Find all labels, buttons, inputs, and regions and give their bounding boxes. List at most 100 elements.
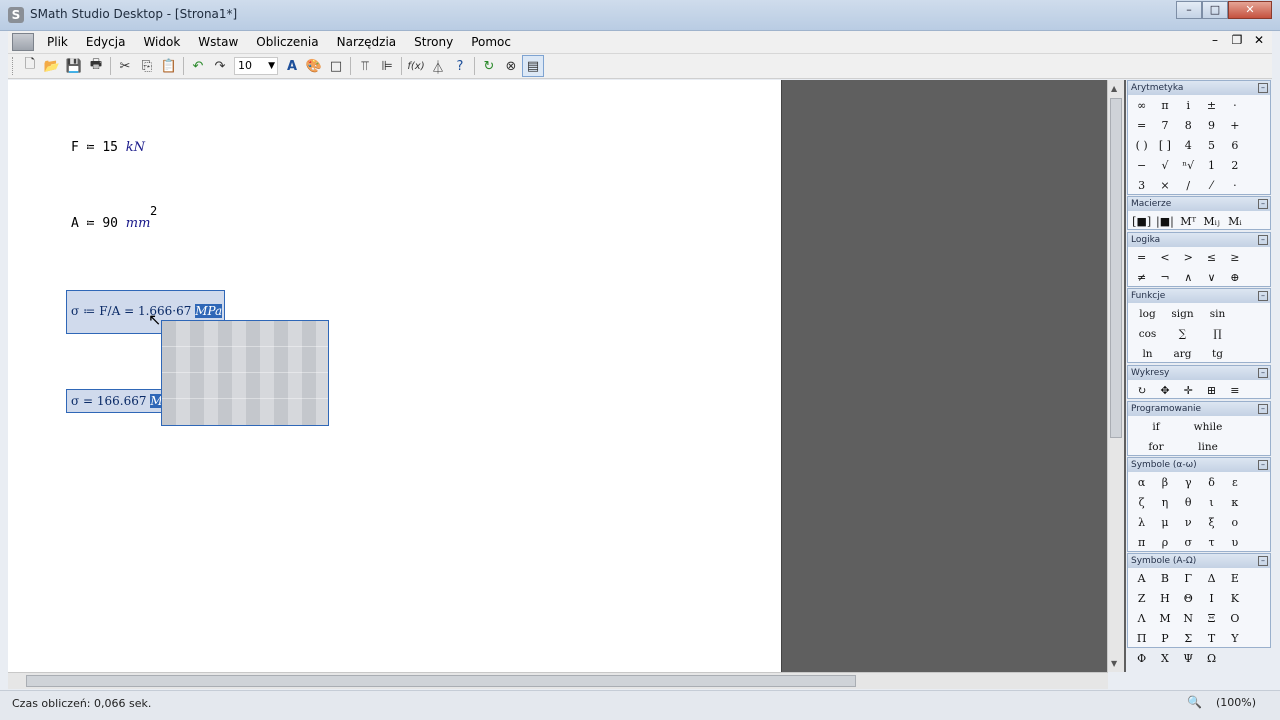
palette-button-greek-lower[interactable]: δ (1200, 473, 1223, 493)
align-top-icon[interactable]: ⫪ (354, 55, 376, 77)
palette-button-greek-upper[interactable]: Β (1153, 569, 1176, 589)
palette-button-arithmetic[interactable]: 8 (1177, 116, 1200, 136)
palette-button-greek-lower[interactable]: θ (1177, 493, 1200, 513)
palette-button-greek-lower[interactable]: ξ (1200, 513, 1223, 533)
open-file-icon[interactable]: 📂 (41, 55, 63, 77)
palette-button-arithmetic[interactable]: · (1223, 176, 1246, 196)
collapse-icon[interactable]: – (1258, 460, 1268, 470)
function-icon[interactable]: f(x) (405, 55, 427, 77)
palette-button-greek-upper[interactable]: Ω (1200, 649, 1223, 669)
doc-close-button[interactable]: ✕ (1252, 33, 1266, 47)
paste-icon[interactable]: 📋 (158, 55, 180, 77)
collapse-icon[interactable]: – (1258, 199, 1268, 209)
vertical-scrollbar[interactable]: ▲ ▼ (1107, 80, 1124, 672)
palette-button-functions[interactable]: ∏ (1200, 324, 1235, 344)
worksheet-page[interactable]: F ≔ 15 kN A ≔ 90 mm 2 σ ≔ F/A = 1.666·67… (8, 80, 782, 672)
palette-button-greek-lower[interactable]: ο (1223, 513, 1246, 533)
palette-button-greek-upper[interactable]: Γ (1177, 569, 1200, 589)
palette-button-greek-lower[interactable]: γ (1177, 473, 1200, 493)
save-icon[interactable]: 💾 (63, 55, 85, 77)
collapse-icon[interactable]: – (1258, 235, 1268, 245)
palette-button-greek-lower[interactable]: β (1153, 473, 1176, 493)
menu-plik[interactable]: Plik (38, 32, 77, 52)
palette-button-arithmetic[interactable]: ⁄ (1200, 176, 1223, 196)
palette-button-greek-lower[interactable]: ε (1223, 473, 1246, 493)
palette-button-arithmetic[interactable]: 1 (1200, 156, 1223, 176)
palette-button-arithmetic[interactable]: 2 (1223, 156, 1246, 176)
palette-button-greek-lower[interactable]: ν (1177, 513, 1200, 533)
palette-button-arithmetic[interactable]: 5 (1200, 136, 1223, 156)
text-color-icon[interactable]: A (281, 55, 303, 77)
palette-button-greek-upper[interactable]: Ε (1223, 569, 1246, 589)
palette-button-greek-lower[interactable]: π (1130, 533, 1153, 553)
palette-button-functions[interactable]: ln (1130, 344, 1165, 364)
collapse-icon[interactable]: – (1258, 291, 1268, 301)
copy-icon[interactable]: ⎘ (136, 55, 158, 77)
palette-button-functions[interactable]: arg (1165, 344, 1200, 364)
palette-button-greek-lower[interactable]: ρ (1153, 533, 1176, 553)
menu-pomoc[interactable]: Pomoc (462, 32, 520, 52)
horizontal-scrollbar[interactable] (8, 672, 1108, 689)
undo-icon[interactable]: ↶ (187, 55, 209, 77)
palette-button-matrices[interactable]: |■| (1153, 212, 1176, 232)
palette-button-functions[interactable]: tg (1200, 344, 1235, 364)
font-size-select[interactable]: 10 ▼ (234, 57, 278, 75)
palette-button-arithmetic[interactable]: ± (1200, 96, 1223, 116)
palette-button-greek-upper[interactable]: Λ (1130, 609, 1153, 629)
zoom-level[interactable]: (100%) (1216, 696, 1256, 709)
print-icon[interactable]: 🖶 (85, 55, 107, 77)
palette-button-greek-upper[interactable]: Χ (1153, 649, 1176, 669)
palette-button-matrices[interactable]: Mᵢ (1223, 212, 1246, 232)
palette-button-arithmetic[interactable]: i (1177, 96, 1200, 116)
palette-button-arithmetic[interactable]: 9 (1200, 116, 1223, 136)
palette-button-greek-lower[interactable]: σ (1177, 533, 1200, 553)
palette-button-programming[interactable]: if (1130, 417, 1182, 437)
palette-button-greek-lower[interactable]: ι (1200, 493, 1223, 513)
palette-button-graphs[interactable]: ≡ (1223, 381, 1246, 401)
palette-button-graphs[interactable]: ⊞ (1200, 381, 1223, 401)
align-left-icon[interactable]: ⊫ (376, 55, 398, 77)
doc-restore-button[interactable]: ❐ (1230, 33, 1244, 47)
zoom-icon[interactable]: 🔍 (1187, 695, 1202, 709)
border-icon[interactable]: □ (325, 55, 347, 77)
palette-button-greek-lower[interactable]: ζ (1130, 493, 1153, 513)
palette-button-greek-upper[interactable]: Σ (1177, 629, 1200, 649)
palette-button-greek-upper[interactable]: Α (1130, 569, 1153, 589)
palette-button-functions[interactable]: sin (1200, 304, 1235, 324)
collapse-icon[interactable]: – (1258, 83, 1268, 93)
help-icon[interactable]: ? (449, 55, 471, 77)
palette-button-programming[interactable]: while (1182, 417, 1234, 437)
palette-button-greek-upper[interactable]: Ν (1177, 609, 1200, 629)
new-file-icon[interactable]: 🗋 (19, 55, 41, 77)
palette-button-arithmetic[interactable]: π (1153, 96, 1176, 116)
palette-button-greek-upper[interactable]: Ι (1200, 589, 1223, 609)
scroll-up-icon[interactable]: ▲ (1111, 84, 1117, 93)
palette-button-arithmetic[interactable]: √ (1153, 156, 1176, 176)
palette-button-greek-upper[interactable]: Ξ (1200, 609, 1223, 629)
doc-minimize-button[interactable]: – (1208, 33, 1222, 47)
palette-button-logic[interactable]: > (1177, 248, 1200, 268)
palette-button-arithmetic[interactable]: 4 (1177, 136, 1200, 156)
palette-button-greek-upper[interactable]: Π (1130, 629, 1153, 649)
palette-button-greek-upper[interactable]: Ρ (1153, 629, 1176, 649)
minimize-button[interactable]: – (1176, 1, 1202, 19)
palette-button-arithmetic[interactable]: + (1223, 116, 1246, 136)
palette-button-logic[interactable]: ≠ (1130, 268, 1153, 288)
collapse-icon[interactable]: – (1258, 368, 1268, 378)
palette-button-greek-upper[interactable]: Υ (1223, 629, 1246, 649)
palette-icon[interactable]: 🎨 (303, 55, 325, 77)
menu-edycja[interactable]: Edycja (77, 32, 135, 52)
palette-button-arithmetic[interactable]: 6 (1223, 136, 1246, 156)
palette-button-functions[interactable]: log (1130, 304, 1165, 324)
palette-button-greek-lower[interactable]: μ (1153, 513, 1176, 533)
palette-button-arithmetic[interactable]: 3 (1130, 176, 1153, 196)
calculate-icon[interactable]: ↻ (478, 55, 500, 77)
palette-button-arithmetic[interactable]: ⁿ√ (1177, 156, 1200, 176)
page-view-icon[interactable]: ▤ (522, 55, 544, 77)
redo-icon[interactable]: ↷ (209, 55, 231, 77)
palette-button-functions[interactable]: cos (1130, 324, 1165, 344)
palette-button-greek-upper[interactable]: Ψ (1177, 649, 1200, 669)
math-region-area[interactable]: A ≔ 90 mm (71, 216, 150, 231)
palette-button-graphs[interactable]: ✛ (1177, 381, 1200, 401)
unit-dropdown-popup[interactable] (161, 320, 329, 426)
